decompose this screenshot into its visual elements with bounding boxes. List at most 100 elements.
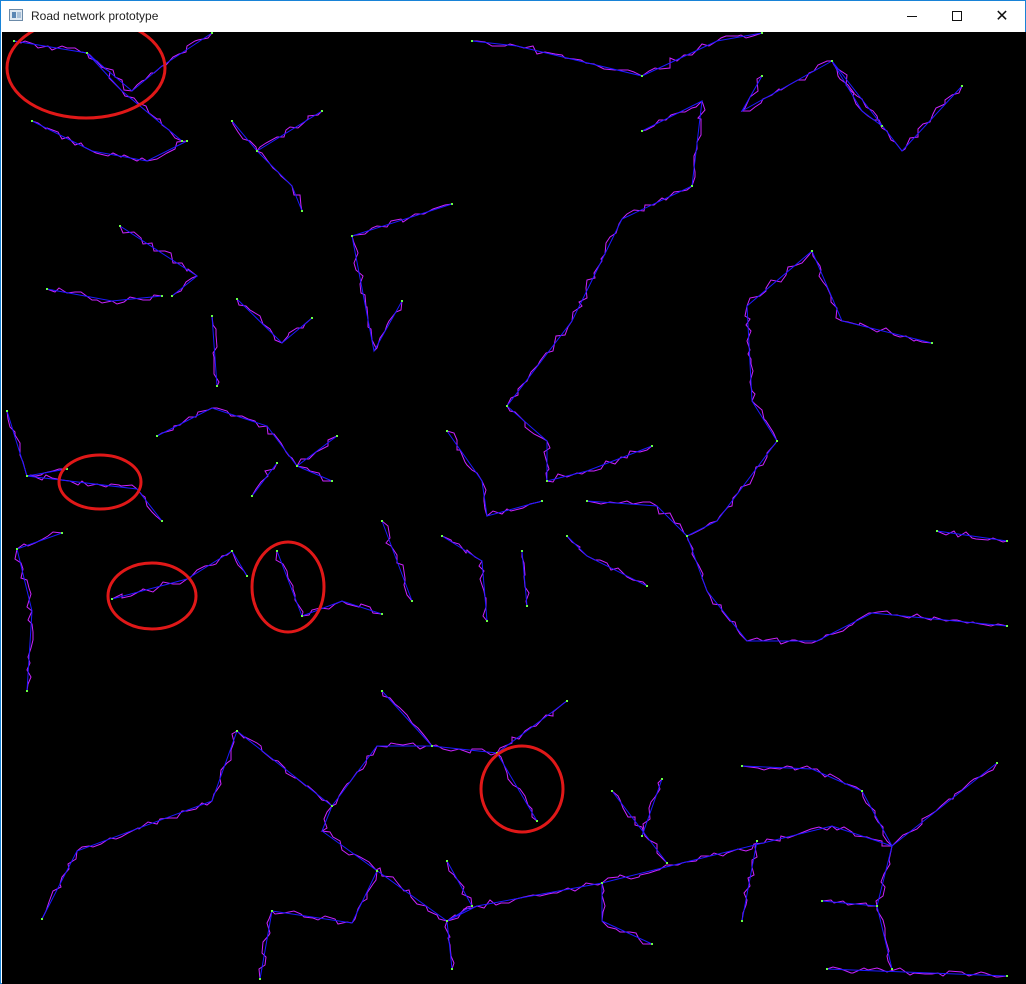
road-node: [246, 575, 248, 577]
road-path: [351, 235, 403, 352]
direct-links: [6, 32, 1008, 980]
close-button[interactable]: ✕: [979, 1, 1025, 31]
road-node: [876, 905, 878, 907]
road-node: [651, 943, 653, 945]
road-path: [472, 40, 643, 77]
road-path: [231, 110, 323, 153]
road-node: [776, 440, 778, 442]
road-node: [6, 410, 8, 412]
road-path: [686, 440, 778, 537]
road-node: [13, 40, 15, 42]
road-node: [16, 548, 18, 550]
road-link: [236, 730, 448, 922]
road-node: [641, 75, 643, 77]
title-bar[interactable]: Road network prototype ✕: [1, 1, 1025, 31]
road-link: [16, 532, 63, 550]
road-link: [111, 550, 233, 600]
road-node: [661, 778, 663, 780]
road-node: [931, 342, 933, 344]
road-node: [651, 445, 653, 447]
road-node: [641, 130, 643, 132]
maximize-icon: [952, 11, 962, 21]
road-path: [14, 548, 34, 692]
road-node: [611, 790, 613, 792]
road-node: [86, 52, 88, 54]
road-node: [446, 920, 448, 922]
road-link: [351, 235, 403, 353]
road-node: [331, 805, 333, 807]
road-node: [741, 765, 743, 767]
road-node: [46, 288, 48, 290]
road-path: [641, 32, 763, 77]
road-node: [811, 250, 813, 252]
road-node: [171, 295, 173, 297]
road-node: [251, 495, 253, 497]
road-node: [586, 500, 588, 502]
road-node: [231, 550, 233, 552]
road-node: [666, 862, 668, 864]
road-node: [446, 860, 448, 862]
road-node: [301, 210, 303, 212]
minimize-icon: [907, 15, 917, 17]
road-path: [111, 550, 233, 600]
annotation-circle: [5, 32, 167, 120]
road-path: [506, 405, 551, 482]
road-path: [301, 600, 383, 617]
road-node: [331, 480, 333, 482]
road-node: [236, 298, 238, 300]
road-link: [16, 548, 33, 692]
road-path: [446, 762, 998, 922]
road-node: [381, 690, 383, 692]
road-link: [586, 500, 688, 537]
road-link: [641, 100, 703, 187]
road-link: [446, 430, 543, 517]
road-node: [376, 870, 378, 872]
road-path: [566, 535, 648, 587]
app-icon[interactable]: [9, 9, 23, 21]
road-link: [271, 870, 378, 924]
minimize-button[interactable]: [889, 1, 935, 31]
road-node: [891, 968, 893, 970]
road-network-canvas[interactable]: [2, 32, 1026, 984]
road-link: [251, 462, 278, 497]
annotation-circle: [479, 744, 565, 834]
road-node: [431, 745, 433, 747]
road-path: [441, 535, 488, 622]
road-node: [61, 532, 63, 534]
road-node: [161, 520, 163, 522]
road-link: [296, 465, 333, 482]
road-node: [761, 75, 763, 77]
road-node: [181, 140, 183, 142]
road-node: [996, 762, 998, 764]
road-node: [536, 820, 538, 822]
road-node: [936, 530, 938, 532]
road-node: [1006, 975, 1008, 977]
road-link: [506, 405, 548, 481]
app-window: Road network prototype ✕: [0, 0, 1026, 984]
road-node: [236, 730, 238, 732]
road-link: [41, 730, 238, 920]
road-path: [686, 535, 1008, 645]
road-node: [41, 918, 43, 920]
road-node: [541, 500, 543, 502]
road-node: [521, 550, 523, 552]
road-path: [811, 250, 933, 344]
road-node: [231, 120, 233, 122]
maximize-button[interactable]: [934, 1, 980, 31]
road-node: [336, 435, 338, 437]
road-link: [256, 150, 303, 212]
road-link: [381, 520, 413, 602]
road-path: [431, 700, 568, 756]
road-node: [296, 465, 298, 467]
annotation-circle: [106, 561, 198, 631]
road-node: [311, 317, 313, 319]
road-node: [761, 32, 763, 34]
road-node: [381, 520, 383, 522]
road-node: [211, 315, 213, 317]
road-node: [686, 535, 688, 537]
road-node: [741, 920, 743, 922]
road-link: [521, 550, 528, 607]
road-node: [756, 840, 758, 842]
road-link: [566, 535, 648, 587]
road-node: [411, 600, 413, 602]
